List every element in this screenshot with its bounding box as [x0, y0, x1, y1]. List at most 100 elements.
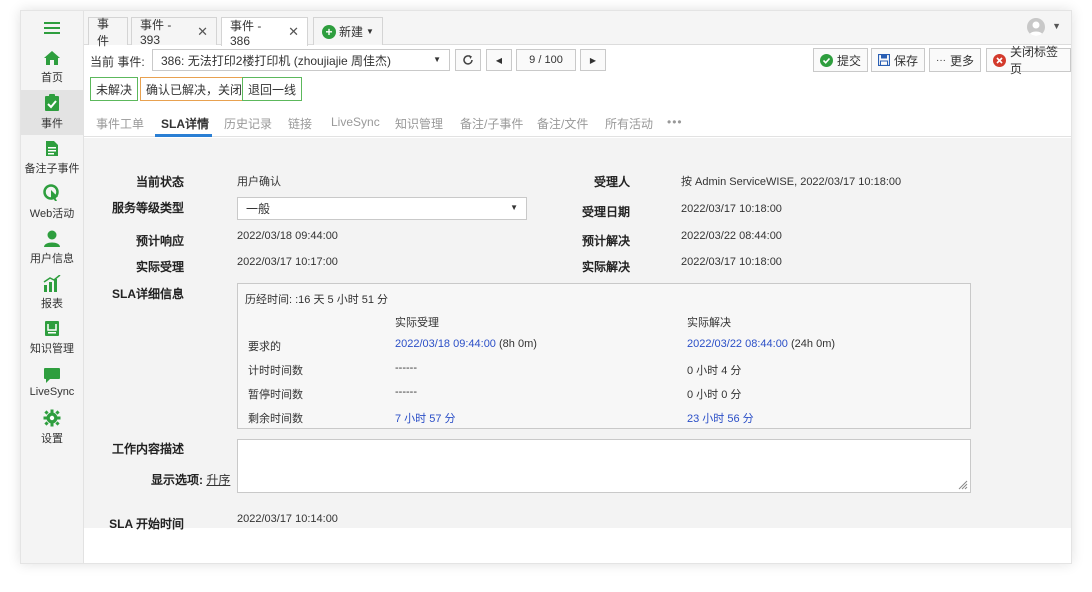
timed-resolve: 0 小时 4 分 [687, 365, 742, 377]
sidebar-item-notes[interactable]: 备注子事件 [21, 135, 83, 180]
required-resolve-extra: (24h 0m) [791, 338, 836, 350]
row-label-required: 要求的 [248, 341, 281, 353]
tab-history[interactable]: 历史记录 [224, 115, 272, 132]
tab-incident-386[interactable]: 事件 - 386 ✕ [221, 17, 308, 48]
resize-grip-icon[interactable] [958, 480, 968, 490]
sidebar-item-label: Web活动 [29, 208, 75, 220]
required-resolve: 2022/03/22 08:44:00 (24h 0m) [687, 338, 835, 350]
accept-date-label: 受理日期 [581, 205, 630, 219]
sidebar-item-home[interactable]: 首页 [21, 45, 83, 90]
tab-all-activities[interactable]: 所有活动 [605, 115, 653, 132]
required-accept-link[interactable]: 2022/03/18 09:44:00 [395, 338, 496, 350]
refresh-button[interactable] [455, 49, 481, 71]
sidebar-item-incident[interactable]: 事件 [21, 90, 83, 135]
unresolved-label: 未解决 [96, 82, 133, 97]
sidebar: 首页 事件 备注子事件 Web活动 用户信息 报表 知识管理 LiveSync [21, 11, 84, 563]
return-first-line-button[interactable]: 退回一线 [242, 77, 303, 101]
assignee-label: 受理人 [593, 175, 630, 189]
sidebar-item-label: 用户信息 [30, 252, 74, 265]
tab-incident-393[interactable]: 事件 - 393 ✕ [131, 17, 217, 47]
tab-label: 事件 [97, 16, 110, 48]
tab-notes-files[interactable]: 备注/文件 [537, 115, 588, 132]
sidebar-item-knowledge[interactable]: 知识管理 [21, 315, 83, 360]
tab-livesync[interactable]: LiveSync [331, 115, 380, 129]
close-icon[interactable]: ✕ [197, 24, 208, 40]
sidebar-item-web-activity[interactable]: Web活动 [21, 180, 83, 225]
sidebar-item-settings[interactable]: 设置 [21, 405, 83, 450]
current-record-select[interactable]: 386: 无法打印2楼打印机 (zhoujiajie 周佳杰) ▼ [152, 49, 450, 71]
confirm-close-button[interactable]: 确认已解决，关闭 [140, 77, 249, 101]
hamburger-icon [44, 22, 60, 34]
required-resolve-link[interactable]: 2022/03/22 08:44:00 [687, 338, 788, 350]
tab-incidents[interactable]: 事件 [88, 17, 128, 48]
more-dots-icon: ··· [936, 54, 946, 66]
close-circle-icon [993, 53, 1006, 67]
tab-new[interactable]: + 新建 ▼ [313, 17, 383, 45]
incident-icon [45, 94, 59, 111]
tab-knowledge[interactable]: 知识管理 [395, 115, 443, 132]
sidebar-item-label: 报表 [41, 297, 63, 310]
remaining-resolve: 23 小时 56 分 [687, 413, 754, 425]
close-tab-button[interactable]: 关闭标签页 [986, 45, 1071, 76]
active-tab-indicator [155, 134, 212, 137]
sidebar-item-label: LiveSync [29, 386, 75, 398]
work-desc-textarea[interactable] [237, 439, 971, 493]
required-accept-extra: (8h 0m) [499, 338, 537, 350]
assignee-value: 按 Admin ServiceWISE, 2022/03/17 10:18:00 [681, 176, 902, 188]
unresolved-button[interactable]: 未解决 [90, 77, 139, 101]
actual-resolve-label: 实际解决 [581, 260, 630, 274]
knowledge-icon [45, 320, 59, 336]
tab-links[interactable]: 链接 [288, 115, 312, 132]
next-button[interactable]: ▶ [580, 49, 606, 71]
save-button[interactable]: 保存 [871, 48, 926, 72]
col-header-accept: 实际受理 [395, 317, 439, 329]
expected-resolve-label: 预计解决 [581, 234, 630, 248]
row-label-paused: 暂停时间数 [248, 389, 303, 401]
tab-label: 新建 [339, 25, 364, 39]
user-icon [44, 230, 60, 247]
paused-accept: ------ [395, 386, 417, 398]
sla-start-value: 2022/03/17 10:14:00 [237, 513, 338, 525]
tab-sla-detail[interactable]: SLA详情 [161, 115, 209, 132]
more-button[interactable]: ··· 更多 [929, 48, 982, 72]
tab-notes-subevents[interactable]: 备注/子事件 [460, 115, 523, 132]
sidebar-item-report[interactable]: 报表 [21, 270, 83, 315]
actual-resolve-value: 2022/03/17 10:18:00 [681, 256, 782, 268]
elapsed-time: 历经时间: :16 天 5 小时 51 分 [245, 294, 389, 306]
caret-down-icon[interactable]: ▼ [1052, 21, 1061, 31]
sla-detail-box: 历经时间: :16 天 5 小时 51 分 实际受理 实际解决 要求的 2022… [237, 283, 971, 429]
remaining-accept: 7 小时 57 分 [395, 413, 456, 425]
menu-button[interactable] [21, 11, 83, 45]
col-header-resolve: 实际解决 [687, 317, 731, 329]
sort-ascending-link[interactable]: 升序 [206, 473, 230, 487]
tab-more[interactable]: ••• [667, 115, 683, 129]
service-level-select[interactable]: 一般 ▼ [237, 197, 527, 220]
actual-accept-label: 实际受理 [135, 260, 184, 274]
sidebar-item-label: 知识管理 [30, 342, 74, 355]
submit-label: 提交 [837, 53, 862, 68]
expected-resolve-value: 2022/03/22 08:44:00 [681, 230, 782, 242]
sla-start-label: SLA 开始时间 [109, 517, 184, 531]
sla-detail-label: SLA详细信息 [111, 287, 184, 301]
app-window: 首页 事件 备注子事件 Web活动 用户信息 报表 知识管理 LiveSync [20, 10, 1072, 564]
accept-date-value: 2022/03/17 10:18:00 [681, 203, 782, 215]
expected-response-value: 2022/03/18 09:44:00 [237, 230, 338, 242]
sidebar-item-livesync[interactable]: LiveSync [21, 360, 83, 405]
close-icon[interactable]: ✕ [288, 24, 299, 40]
timed-accept: ------ [395, 362, 417, 374]
user-avatar-icon [1029, 21, 1043, 36]
avatar[interactable] [1027, 18, 1045, 36]
caret-down-icon: ▼ [510, 203, 518, 212]
sidebar-item-user-info[interactable]: 用户信息 [21, 225, 83, 270]
chat-icon [44, 368, 60, 383]
sidebar-item-label: 设置 [41, 433, 63, 445]
current-record-label: 当前 事件: [90, 55, 145, 69]
service-level-value: 一般 [246, 202, 271, 216]
submit-button[interactable]: 提交 [813, 48, 869, 72]
home-icon [44, 51, 60, 65]
prev-button[interactable]: ◀ [486, 49, 512, 71]
tab-ticket[interactable]: 事件工单 [96, 115, 144, 132]
caret-down-icon: ▼ [433, 55, 441, 64]
caret-down-icon: ▼ [366, 27, 374, 36]
pager-indicator[interactable]: 9 / 100 [516, 49, 576, 71]
